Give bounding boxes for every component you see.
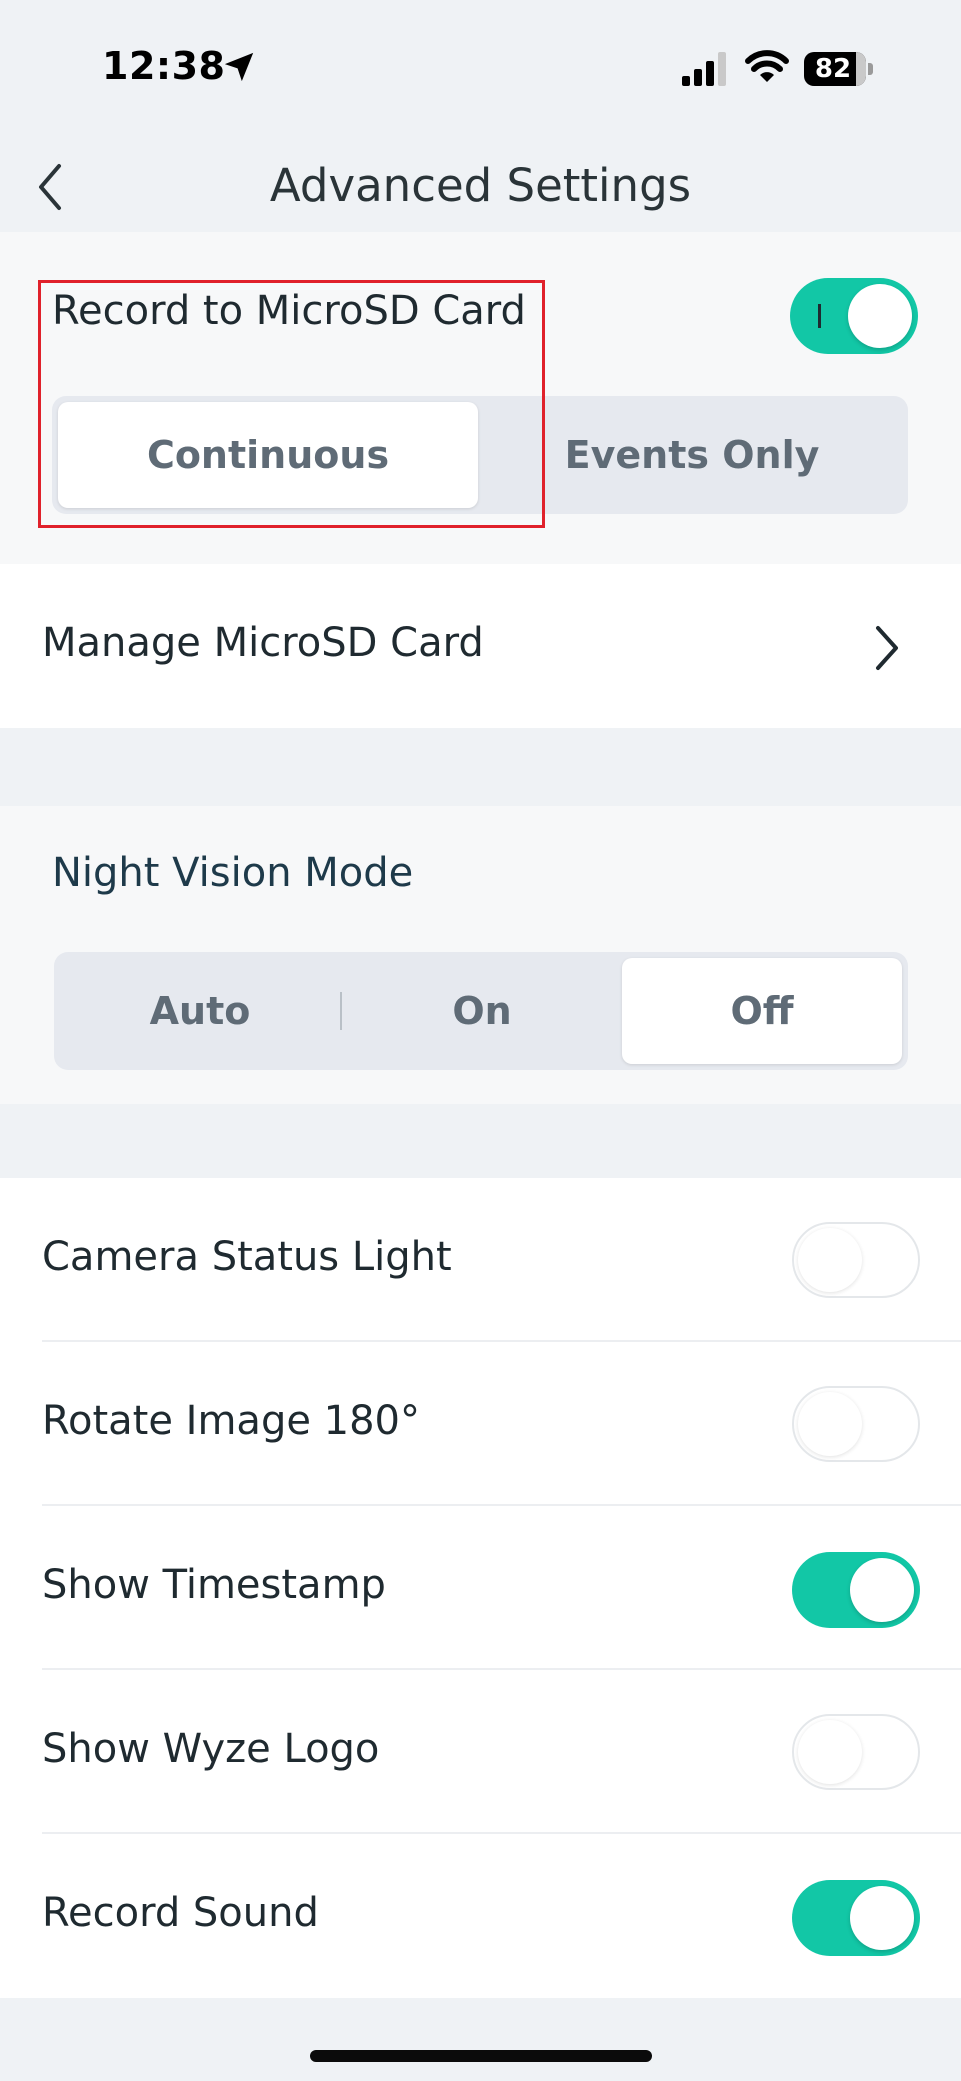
- night-vision-off-option[interactable]: Off: [622, 958, 902, 1064]
- cellular-signal-icon: [682, 52, 726, 86]
- record-sound-toggle[interactable]: [792, 1880, 920, 1956]
- camera-status-light-row: Camera Status Light: [0, 1178, 961, 1342]
- show-wyze-logo-toggle[interactable]: [792, 1714, 920, 1790]
- show-timestamp-toggle[interactable]: [792, 1552, 920, 1628]
- toggle-knob: [798, 1392, 862, 1456]
- highlight-box: [38, 280, 545, 528]
- status-time: 12:38: [102, 44, 226, 88]
- page-title: Advanced Settings: [269, 159, 692, 212]
- wifi-icon: [745, 50, 789, 82]
- show-timestamp-label: Show Timestamp: [42, 1562, 386, 1608]
- toggle-knob: [850, 1886, 914, 1950]
- toggle-knob: [848, 284, 912, 348]
- show-timestamp-row: Show Timestamp: [0, 1506, 961, 1670]
- chevron-right-icon: [876, 626, 898, 670]
- night-vision-auto-option[interactable]: Auto: [60, 958, 340, 1064]
- show-wyze-logo-label: Show Wyze Logo: [42, 1726, 380, 1772]
- record-sound-label: Record Sound: [42, 1890, 319, 1936]
- record-microsd-toggle[interactable]: [790, 278, 918, 354]
- manage-microsd-row[interactable]: Manage MicroSD Card: [0, 564, 961, 728]
- show-wyze-logo-row: Show Wyze Logo: [0, 1670, 961, 1834]
- toggle-knob: [798, 1228, 862, 1292]
- battery-icon: 82: [804, 52, 874, 86]
- record-sound-row: Record Sound: [0, 1834, 961, 1998]
- record-microsd-section: Record to MicroSD Card Continuous Events…: [0, 232, 961, 564]
- location-arrow-icon: [224, 52, 254, 82]
- home-indicator: [310, 2050, 652, 2062]
- camera-status-light-label: Camera Status Light: [42, 1234, 452, 1280]
- night-vision-on-option[interactable]: On: [342, 958, 622, 1064]
- rotate-image-toggle[interactable]: [792, 1386, 920, 1462]
- battery-level: 82: [814, 54, 852, 84]
- night-vision-segmented-control: Auto On Off: [54, 952, 908, 1070]
- mode-events-only-option[interactable]: Events Only: [482, 402, 902, 508]
- manage-microsd-label: Manage MicroSD Card: [42, 620, 484, 666]
- status-bar: 12:38 82: [0, 0, 961, 140]
- toggle-knob: [798, 1720, 862, 1784]
- night-vision-label: Night Vision Mode: [52, 850, 414, 896]
- rotate-image-label: Rotate Image 180°: [42, 1398, 421, 1444]
- toggle-knob: [850, 1558, 914, 1622]
- rotate-image-row: Rotate Image 180°: [0, 1342, 961, 1506]
- toggle-on-mark: [818, 304, 821, 328]
- night-vision-section: Night Vision Mode Auto On Off: [0, 806, 961, 1104]
- camera-status-light-toggle[interactable]: [792, 1222, 920, 1298]
- nav-bar: Advanced Settings: [0, 140, 961, 232]
